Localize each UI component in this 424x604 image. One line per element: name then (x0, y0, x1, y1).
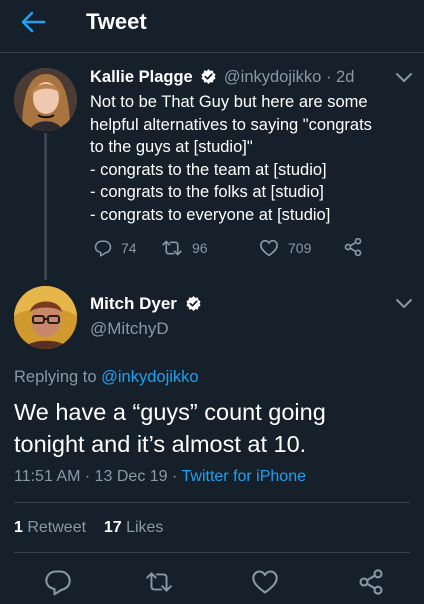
text-line: - congrats to everyone at [studio] (90, 205, 331, 224)
likes-link[interactable]: 17 Likes (104, 519, 164, 536)
replying-to: Replying to @inkydojikko (14, 366, 199, 388)
parent-reply-button[interactable]: 74 (94, 239, 137, 257)
main-author-handle[interactable]: @MitchyD (90, 318, 169, 340)
text-line: tonight and it’s almost at 10. (14, 431, 307, 457)
parent-author-name[interactable]: Kallie Plagge (90, 68, 193, 86)
parent-retweet-button[interactable]: 96 (161, 239, 208, 257)
retweet-icon (162, 240, 182, 256)
text-line: Not to be That Guy but here are some (90, 93, 368, 111)
main-author-row: Mitch Dyer (90, 293, 204, 315)
avatar-kallie-plagge[interactable] (14, 68, 77, 131)
heart-icon[interactable] (251, 568, 279, 596)
parent-author-handle[interactable]: @inkydojikko (224, 68, 321, 86)
retweet-total: 1 (14, 519, 23, 536)
main-tweet-text: We have a “guys” count going tonight and… (14, 396, 414, 460)
back-arrow-icon[interactable] (20, 10, 46, 34)
reply-icon[interactable] (44, 568, 72, 596)
verified-badge-icon (186, 296, 201, 311)
heart-icon (260, 239, 278, 257)
parent-tweet-text: Not to be That Guy but here are some hel… (90, 91, 412, 226)
retweet-icon[interactable] (145, 568, 173, 596)
share-icon[interactable] (343, 237, 363, 257)
reply-count: 74 (121, 240, 137, 256)
tweet-metadata: 11:51 AM · 13 Dec 19 · Twitter for iPhon… (14, 466, 306, 488)
divider (14, 502, 410, 503)
reply-icon (94, 240, 112, 257)
replying-prefix: Replying to (14, 368, 102, 386)
like-label: Likes (121, 519, 164, 536)
like-count: 709 (288, 240, 312, 256)
divider (14, 552, 410, 553)
chevron-down-icon[interactable] (395, 298, 413, 310)
text-line: We have a “guys” count going (14, 399, 326, 425)
verified-badge-icon (201, 69, 216, 84)
text-line: helpful alternatives to saying "congrats (90, 115, 372, 134)
tweet-timestamp: 11:51 AM · 13 Dec 19 · (14, 468, 182, 485)
parent-tweet-time: · 2d (325, 68, 355, 86)
text-line: - congrats to the team at [studio] (90, 160, 327, 179)
header-divider (0, 52, 424, 53)
text-line: to the guys at [studio]" (90, 138, 253, 156)
main-author-name[interactable]: Mitch Dyer (90, 294, 177, 313)
top-app-bar: Tweet (0, 0, 424, 46)
parent-like-button[interactable]: 709 (259, 239, 311, 257)
text-line: - congrats to the folks at [studio] (90, 183, 324, 201)
share-icon[interactable] (357, 568, 385, 596)
replying-to-link[interactable]: @inkydojikko (101, 368, 198, 386)
parent-tweet-header: Kallie Plagge @inkydojikko · 2d (90, 66, 354, 88)
tweet-client-link[interactable]: Twitter for iPhone (182, 468, 307, 485)
like-total: 17 (103, 519, 122, 536)
thread-connector-line (44, 133, 47, 280)
retweet-count: 96 (192, 240, 208, 256)
avatar-mitch-dyer[interactable] (14, 286, 77, 349)
page-title: Tweet (86, 9, 147, 34)
engagement-counts: 1 Retweet 17 Likes (14, 517, 163, 539)
chevron-down-icon[interactable] (395, 72, 413, 84)
retweet-label: Retweet (22, 519, 87, 536)
retweets-link[interactable]: 1 Retweet (14, 519, 86, 536)
